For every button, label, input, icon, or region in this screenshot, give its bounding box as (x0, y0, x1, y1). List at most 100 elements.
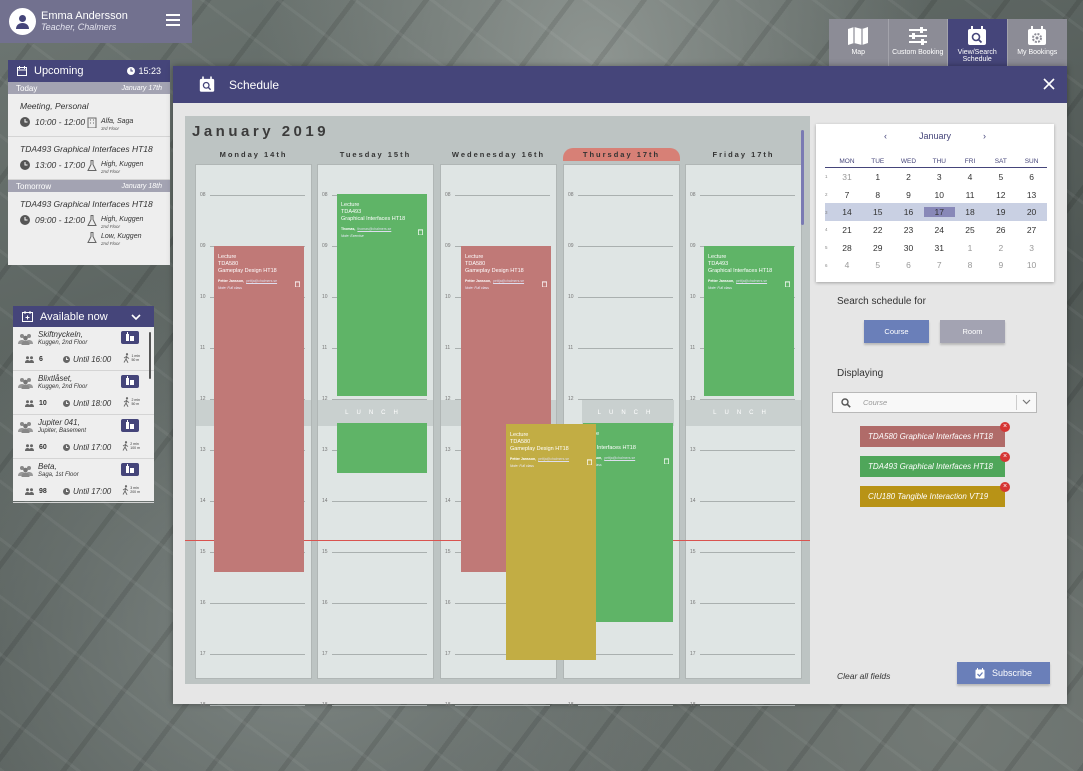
calendar-day[interactable]: 20 (1016, 207, 1047, 217)
calendar-day[interactable]: 26 (985, 225, 1016, 235)
calendar-day[interactable]: 4 (955, 172, 986, 182)
calendar-day[interactable]: 24 (924, 225, 955, 235)
calendar-day[interactable]: 31 (832, 172, 863, 182)
schedule-scrollbar[interactable] (801, 130, 804, 225)
hamburger-menu-icon[interactable] (166, 13, 180, 27)
calendar-day[interactable]: 30 (893, 243, 924, 253)
calendar-event-continued[interactable] (337, 423, 427, 473)
calendar-day[interactable]: 8 (862, 190, 893, 200)
calendar-event[interactable]: Lecture TDA580 Gameplay Design HT18 Petter … (506, 424, 596, 660)
nav-view-search-schedule-button[interactable]: View/Search Schedule (948, 19, 1008, 67)
course-search-input[interactable]: Course (832, 392, 1037, 413)
day-column[interactable]: 0809101112131415161718LUNCH (685, 164, 802, 708)
teacher-email-link[interactable]: pettja@chalmers.se (538, 457, 569, 461)
calendar-day[interactable]: 7 (924, 260, 955, 270)
calendar-day[interactable]: 25 (955, 225, 986, 235)
calendar-day[interactable]: 8 (955, 260, 986, 270)
calendar-day[interactable]: 29 (862, 243, 893, 253)
nav-custom-booking-button[interactable]: Custom Booking (888, 19, 948, 67)
upcoming-item[interactable]: TDA493 Graphical Interfaces HT18 13:00 -… (8, 137, 170, 180)
course-button[interactable]: Course (864, 320, 929, 343)
teacher-email-link[interactable]: pettja@chalmers.se (604, 456, 635, 460)
teacher-email-link[interactable]: pettja@chalmers.se (246, 279, 277, 283)
calendar-day[interactable]: 1 (955, 243, 986, 253)
chevron-down-icon[interactable] (1022, 399, 1031, 405)
clear-all-fields-button[interactable]: Clear all fields (837, 671, 890, 681)
calendar-day[interactable]: 31 (924, 243, 955, 253)
calendar-event[interactable]: cture493ical Interfaces HT18 Jansson,pett… (583, 423, 673, 622)
calendar-day[interactable]: 21 (832, 225, 863, 235)
calendar-day[interactable]: 9 (985, 260, 1016, 270)
calendar-day[interactable]: 16 (893, 207, 924, 217)
upcoming-item[interactable]: Meeting, Personal 10:00 - 12:00 Alfa, Sa… (8, 94, 170, 137)
next-month-button[interactable]: › (983, 131, 986, 141)
map-button[interactable] (121, 375, 139, 388)
nav-my-bookings-button[interactable]: My Bookings (1007, 19, 1067, 67)
calendar-day[interactable]: 27 (1016, 225, 1047, 235)
available-room-item[interactable]: Jupiter 041, Jupiter, Basement 60 Until 17:… (13, 415, 154, 459)
available-room-item[interactable]: Blixtlåset, Kuggen, 2nd Floor 10 Until 18:0… (13, 371, 154, 415)
calendar-day[interactable]: 13 (1016, 190, 1047, 200)
calendar-event[interactable]: Lecture TDA493 Graphical Interfaces HT18 Pe… (704, 246, 794, 396)
calendar-day[interactable]: 18 (955, 207, 986, 217)
calendar-day[interactable]: 10 (924, 190, 955, 200)
calendar-day[interactable]: 4 (832, 260, 863, 270)
available-room-item[interactable]: Skiftnyckeln, Kuggen, 2nd Floor 6 Until 16:… (13, 327, 154, 371)
available-header[interactable]: Available now (13, 306, 154, 327)
avatar[interactable] (9, 8, 36, 35)
calendar-day[interactable]: 15 (862, 207, 893, 217)
calendar-day[interactable]: 7 (832, 190, 863, 200)
prev-month-button[interactable]: ‹ (884, 131, 887, 141)
map-button[interactable] (121, 419, 139, 432)
map-button[interactable] (121, 463, 139, 476)
calendar-day[interactable]: 2 (893, 172, 924, 182)
calendar-day[interactable]: 14 (832, 207, 863, 217)
hour-line (700, 705, 795, 706)
nav-map-button[interactable]: Map (829, 19, 889, 67)
calendar-event[interactable]: Lecture TDA493 Graphical Interfaces HT18 Th… (337, 194, 427, 396)
map-button[interactable] (121, 331, 139, 344)
calendar-day[interactable]: 19 (985, 207, 1016, 217)
calendar-day[interactable]: 6 (893, 260, 924, 270)
calendar-event[interactable]: Lecture TDA580 Gameplay Design HT18 Petter … (214, 246, 304, 572)
teacher-email-link[interactable]: pettja@chalmers.se (493, 279, 524, 283)
calendar-day[interactable]: 11 (955, 190, 986, 200)
chevron-down-icon[interactable] (131, 313, 141, 320)
remove-chip-icon[interactable]: × (1000, 452, 1010, 462)
trash-icon[interactable] (587, 459, 592, 465)
close-icon[interactable] (1043, 78, 1055, 90)
trash-icon[interactable] (542, 281, 547, 287)
calendar-day[interactable]: 28 (832, 243, 863, 253)
calendar-day[interactable]: 3 (1016, 243, 1047, 253)
teacher-email-link[interactable]: thomas@chalmers.se (357, 227, 391, 231)
calendar-day[interactable]: 2 (985, 243, 1016, 253)
available-scrollbar[interactable] (149, 332, 151, 379)
calendar-day[interactable]: 17 (923, 207, 955, 218)
calendar-day[interactable]: 9 (893, 190, 924, 200)
calendar-day[interactable]: 3 (924, 172, 955, 182)
trash-icon[interactable] (664, 458, 669, 464)
trash-icon[interactable] (295, 281, 300, 287)
available-room-item[interactable]: Beta, Saga, 1st Floor 98 Until 17:00 3 min 20… (13, 459, 154, 503)
course-chip[interactable]: CIU180 Tangible Interaction VT19 × (860, 482, 1010, 507)
calendar-day[interactable]: 1 (862, 172, 893, 182)
calendar-day[interactable]: 10 (1016, 260, 1047, 270)
teacher-email-link[interactable]: pettja@chalmers.se (736, 279, 767, 283)
calendar-day[interactable]: 6 (1016, 172, 1047, 182)
remove-chip-icon[interactable]: × (1000, 422, 1010, 432)
trash-icon[interactable] (785, 281, 790, 287)
calendar-day[interactable]: 5 (862, 260, 893, 270)
course-chip[interactable]: TDA580 Graphical Interfaces HT18 × (860, 422, 1010, 447)
room-button[interactable]: Room (940, 320, 1005, 343)
trash-icon[interactable] (418, 229, 423, 235)
subscribe-button[interactable]: Subscribe (957, 662, 1050, 684)
walking-icon (124, 353, 130, 363)
calendar-day[interactable]: 22 (862, 225, 893, 235)
calendar-day[interactable]: 23 (893, 225, 924, 235)
calendar-day[interactable]: 5 (985, 172, 1016, 182)
remove-chip-icon[interactable]: × (1000, 482, 1010, 492)
calendar-day[interactable]: 12 (985, 190, 1016, 200)
course-chip[interactable]: TDA493 Graphical Interfaces HT18 × (860, 452, 1010, 477)
available-now-panel: Available now Skiftnyckeln, Kuggen, 2nd F… (13, 306, 154, 503)
upcoming-item[interactable]: TDA493 Graphical Interfaces HT18 09:00 -… (8, 192, 170, 251)
